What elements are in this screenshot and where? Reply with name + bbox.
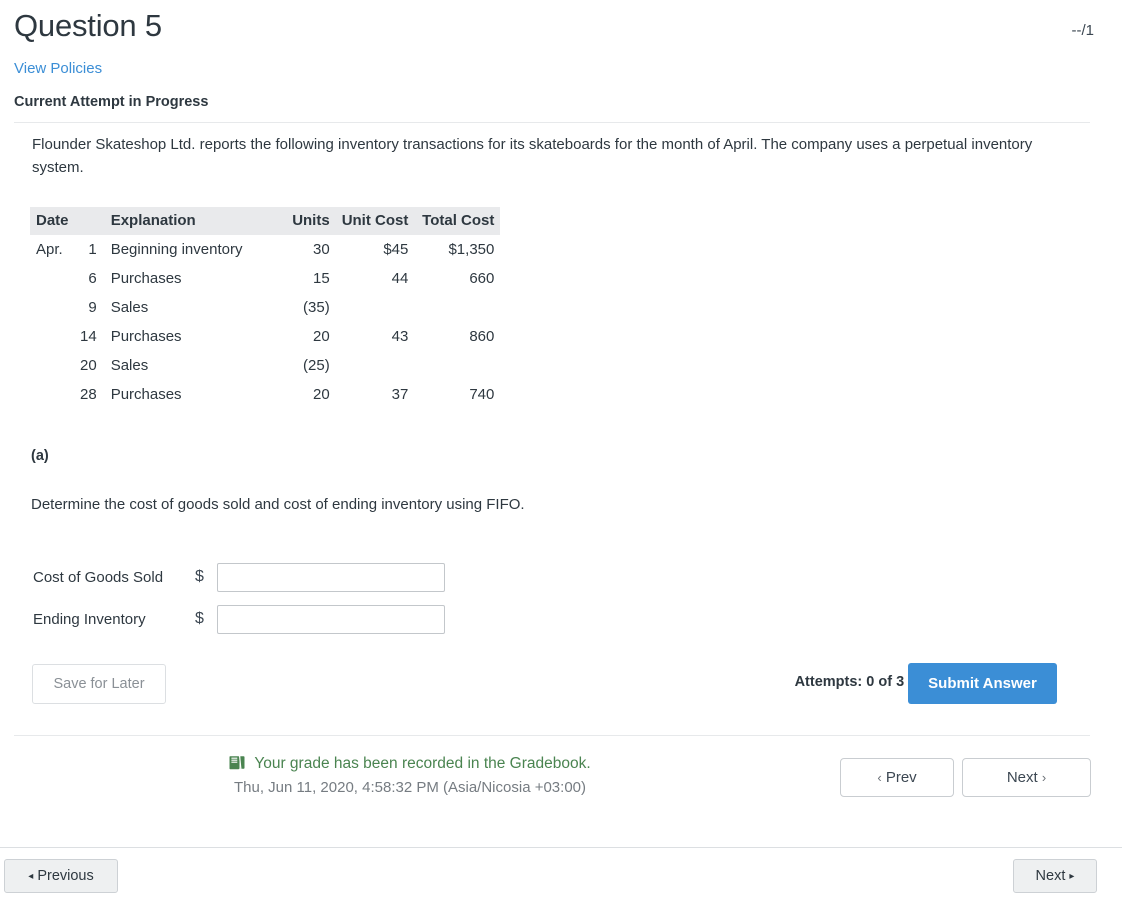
- cell-month: [30, 351, 74, 380]
- currency-symbol: $: [195, 568, 204, 585]
- cell-explanation: Sales: [110, 357, 149, 374]
- cell-units: 15: [313, 270, 330, 287]
- cell-day: 6: [88, 270, 97, 287]
- cell-unit-cost: $45: [383, 241, 409, 258]
- answer-row-cogs: Cost of Goods Sold $: [33, 556, 445, 598]
- bottom-previous-label: Previous: [37, 868, 94, 884]
- cell-day: 14: [80, 328, 97, 345]
- inventory-table: Date Explanation Units Unit Cost Total C…: [30, 207, 501, 409]
- triangle-left-icon: ◂: [28, 871, 34, 882]
- cell-day: 1: [88, 241, 97, 258]
- gradebook-timestamp: Thu, Jun 11, 2020, 4:58:32 PM (Asia/Nico…: [233, 779, 586, 796]
- divider-top: [14, 122, 1090, 123]
- submit-answer-button[interactable]: Submit Answer: [908, 663, 1057, 704]
- currency-symbol: $: [195, 610, 204, 627]
- ending-inventory-label: Ending Inventory: [33, 610, 146, 628]
- cell-total-cost: 860: [469, 328, 495, 345]
- answer-fields: Cost of Goods Sold $ Ending Inventory $: [33, 556, 445, 640]
- triangle-right-icon: ▸: [1069, 871, 1075, 882]
- table-row: 20 Sales (25): [30, 351, 500, 380]
- cell-units: 20: [313, 328, 330, 345]
- cell-month: [30, 380, 74, 409]
- prev-button-label: Prev: [885, 769, 917, 786]
- score-badge: --/1: [1071, 22, 1095, 39]
- col-header-total-cost: Total Cost: [414, 207, 501, 235]
- cell-day: 9: [88, 299, 97, 316]
- save-for-later-button[interactable]: Save for Later: [32, 664, 166, 704]
- cell-month: [30, 322, 74, 351]
- bottom-next-label: Next: [1035, 868, 1066, 884]
- cell-total-cost: 660: [469, 270, 495, 287]
- cell-month: [30, 264, 74, 293]
- table-header-row: Date Explanation Units Unit Cost Total C…: [30, 207, 501, 235]
- next-question-button[interactable]: Next ›: [962, 758, 1091, 797]
- table-body: Apr. 1 Beginning inventory 30 $45 $1,350…: [30, 235, 500, 409]
- bottom-previous-button[interactable]: ◂ Previous: [4, 859, 118, 893]
- cell-unit-cost: [336, 351, 415, 380]
- gradebook-message-text: Your grade has been recorded in the Grad…: [254, 755, 591, 773]
- col-header-units: Units: [279, 207, 336, 235]
- cell-total-cost: $1,350: [448, 241, 495, 258]
- cell-unit-cost: 37: [391, 386, 409, 403]
- part-a-question-text: Determine the cost of goods sold and cos…: [31, 496, 525, 513]
- cell-day: 20: [80, 357, 97, 374]
- prev-question-button[interactable]: ‹ Prev: [840, 758, 954, 797]
- cell-units: 30: [313, 241, 330, 258]
- cell-explanation: Beginning inventory: [110, 241, 243, 258]
- table-row: 9 Sales (35): [30, 293, 500, 322]
- page-title: Question 5: [14, 8, 162, 43]
- cost-of-goods-sold-input[interactable]: [217, 562, 445, 592]
- cell-units: (35): [303, 299, 330, 316]
- book-icon: [229, 755, 246, 774]
- cell-unit-cost: 44: [391, 270, 409, 287]
- cell-unit-cost: [336, 293, 415, 322]
- cell-explanation: Purchases: [110, 270, 182, 287]
- cell-explanation: Sales: [110, 299, 149, 316]
- cell-month: Apr.: [36, 241, 63, 258]
- bottom-next-button[interactable]: Next ▸: [1013, 859, 1097, 893]
- chevron-right-icon: ›: [1041, 770, 1047, 785]
- divider-bottom: [0, 847, 1122, 848]
- cell-units: (25): [303, 357, 330, 374]
- cell-total-cost: [414, 351, 500, 380]
- cell-day: 28: [80, 386, 97, 403]
- ending-inventory-input[interactable]: [217, 604, 445, 634]
- chevron-left-icon: ‹: [877, 770, 882, 785]
- col-header-unit-cost: Unit Cost: [335, 207, 415, 235]
- attempt-status-label: Current Attempt in Progress: [14, 94, 209, 110]
- next-button-label: Next: [1006, 769, 1038, 786]
- cell-units: 20: [313, 386, 330, 403]
- question-intro-text: Flounder Skateshop Ltd. reports the foll…: [32, 136, 1033, 176]
- question-page: Question 5 --/1 View Policies Current At…: [0, 0, 1122, 920]
- table-row: 14 Purchases 20 43 860: [30, 322, 500, 351]
- part-label-a: (a): [31, 448, 49, 464]
- gradebook-message-row: Your grade has been recorded in the Grad…: [229, 755, 591, 774]
- divider-middle: [14, 735, 1090, 736]
- table-row: 28 Purchases 20 37 740: [30, 380, 500, 409]
- cell-explanation: Purchases: [110, 386, 182, 403]
- cell-month: [30, 293, 74, 322]
- view-policies-link[interactable]: View Policies: [14, 60, 102, 77]
- cell-total-cost: [414, 293, 500, 322]
- cell-explanation: Purchases: [110, 328, 182, 345]
- cell-unit-cost: 43: [391, 328, 409, 345]
- table-row: 6 Purchases 15 44 660: [30, 264, 500, 293]
- answer-row-ending-inventory: Ending Inventory $: [33, 598, 445, 640]
- cost-of-goods-sold-label: Cost of Goods Sold: [33, 568, 164, 586]
- table-row: Apr. 1 Beginning inventory 30 $45 $1,350: [30, 235, 500, 264]
- col-header-explanation: Explanation: [104, 207, 280, 235]
- cell-total-cost: 740: [469, 386, 495, 403]
- gradebook-notice: Your grade has been recorded in the Grad…: [0, 755, 820, 796]
- col-header-date: Date: [30, 207, 105, 235]
